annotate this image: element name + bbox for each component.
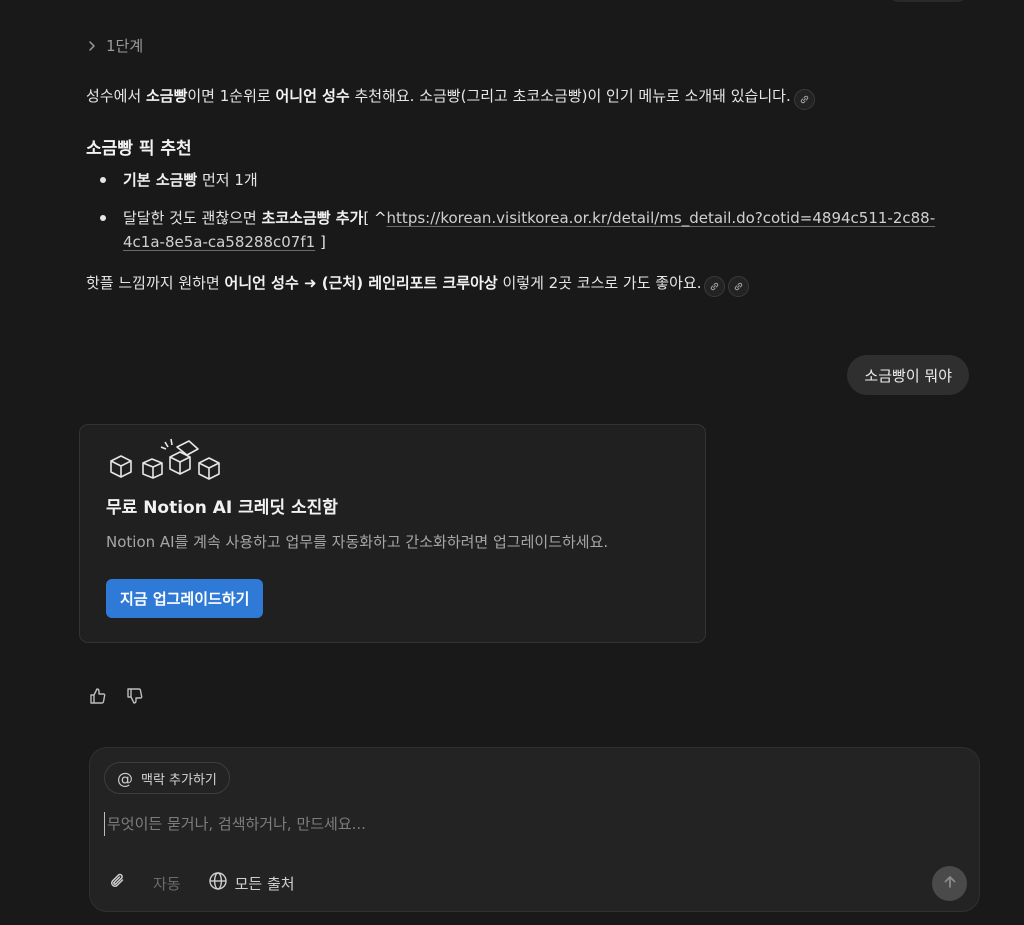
paperclip-icon xyxy=(108,871,128,895)
answer-bullet-list: 기본 소금빵 먼저 1개 달달한 것도 괜찮으면 초코소금빵 추가[ ^http… xyxy=(100,168,960,268)
list-item: 기본 소금빵 먼저 1개 xyxy=(100,168,960,192)
answer-paragraph-1: 성수에서 소금빵이면 1순위로 어니언 성수 추천해요. 소금빵(그리고 초코소… xyxy=(86,85,815,110)
cubes-illustration-icon xyxy=(107,437,231,485)
arrow-up-icon xyxy=(942,874,958,894)
list-item: 달달한 것도 괜찮으면 초코소금빵 추가[ ^https://korean.vi… xyxy=(100,206,960,254)
thumbs-up-icon[interactable] xyxy=(88,686,108,706)
upgrade-card-description: Notion AI를 계속 사용하고 업무를 자동화하고 간소화하려면 업그레이… xyxy=(106,533,609,551)
composer-toolbar: 자동 모든 출처 xyxy=(108,871,295,895)
add-context-label: 맥락 추가하기 xyxy=(141,772,217,788)
prompt-input[interactable] xyxy=(104,812,927,836)
previous-message-bubble xyxy=(888,0,968,2)
add-context-button[interactable]: @ 맥락 추가하기 xyxy=(104,762,230,794)
step-label: 1단계 xyxy=(106,37,144,55)
sources-selector[interactable]: 모든 출처 xyxy=(208,871,295,895)
user-message-bubble: 소금빵이 뭐야 xyxy=(847,355,969,395)
answer-paragraph-2: 핫플 느낌까지 원하면 어니언 성수 ➜ (근처) 레인리포트 크루아상 이렇게… xyxy=(86,272,750,297)
thumbs-down-icon[interactable] xyxy=(125,686,145,706)
feedback-actions xyxy=(88,686,145,706)
mode-selector[interactable]: 자동 xyxy=(153,873,181,894)
globe-icon xyxy=(208,871,228,895)
step-toggle[interactable]: 1단계 xyxy=(88,35,143,56)
answer-heading: 소금빵 픽 추천 xyxy=(86,139,192,159)
citation-link-icon[interactable] xyxy=(728,276,750,297)
upgrade-card: 무료 Notion AI 크레딧 소진함 Notion AI를 계속 사용하고 … xyxy=(79,424,706,643)
upgrade-card-title: 무료 Notion AI 크레딧 소진함 xyxy=(106,498,338,518)
chevron-right-icon xyxy=(88,40,96,52)
citation-link-icon[interactable] xyxy=(793,89,815,110)
sources-label: 모든 출처 xyxy=(234,874,295,893)
upgrade-button[interactable]: 지금 업그레이드하기 xyxy=(106,579,264,618)
attach-button[interactable] xyxy=(108,871,128,895)
send-button[interactable] xyxy=(932,866,967,901)
chat-composer: @ 맥락 추가하기 자동 모든 출처 xyxy=(89,747,980,912)
at-sign-icon: @ xyxy=(117,768,133,788)
citation-link-icon[interactable] xyxy=(704,276,726,297)
